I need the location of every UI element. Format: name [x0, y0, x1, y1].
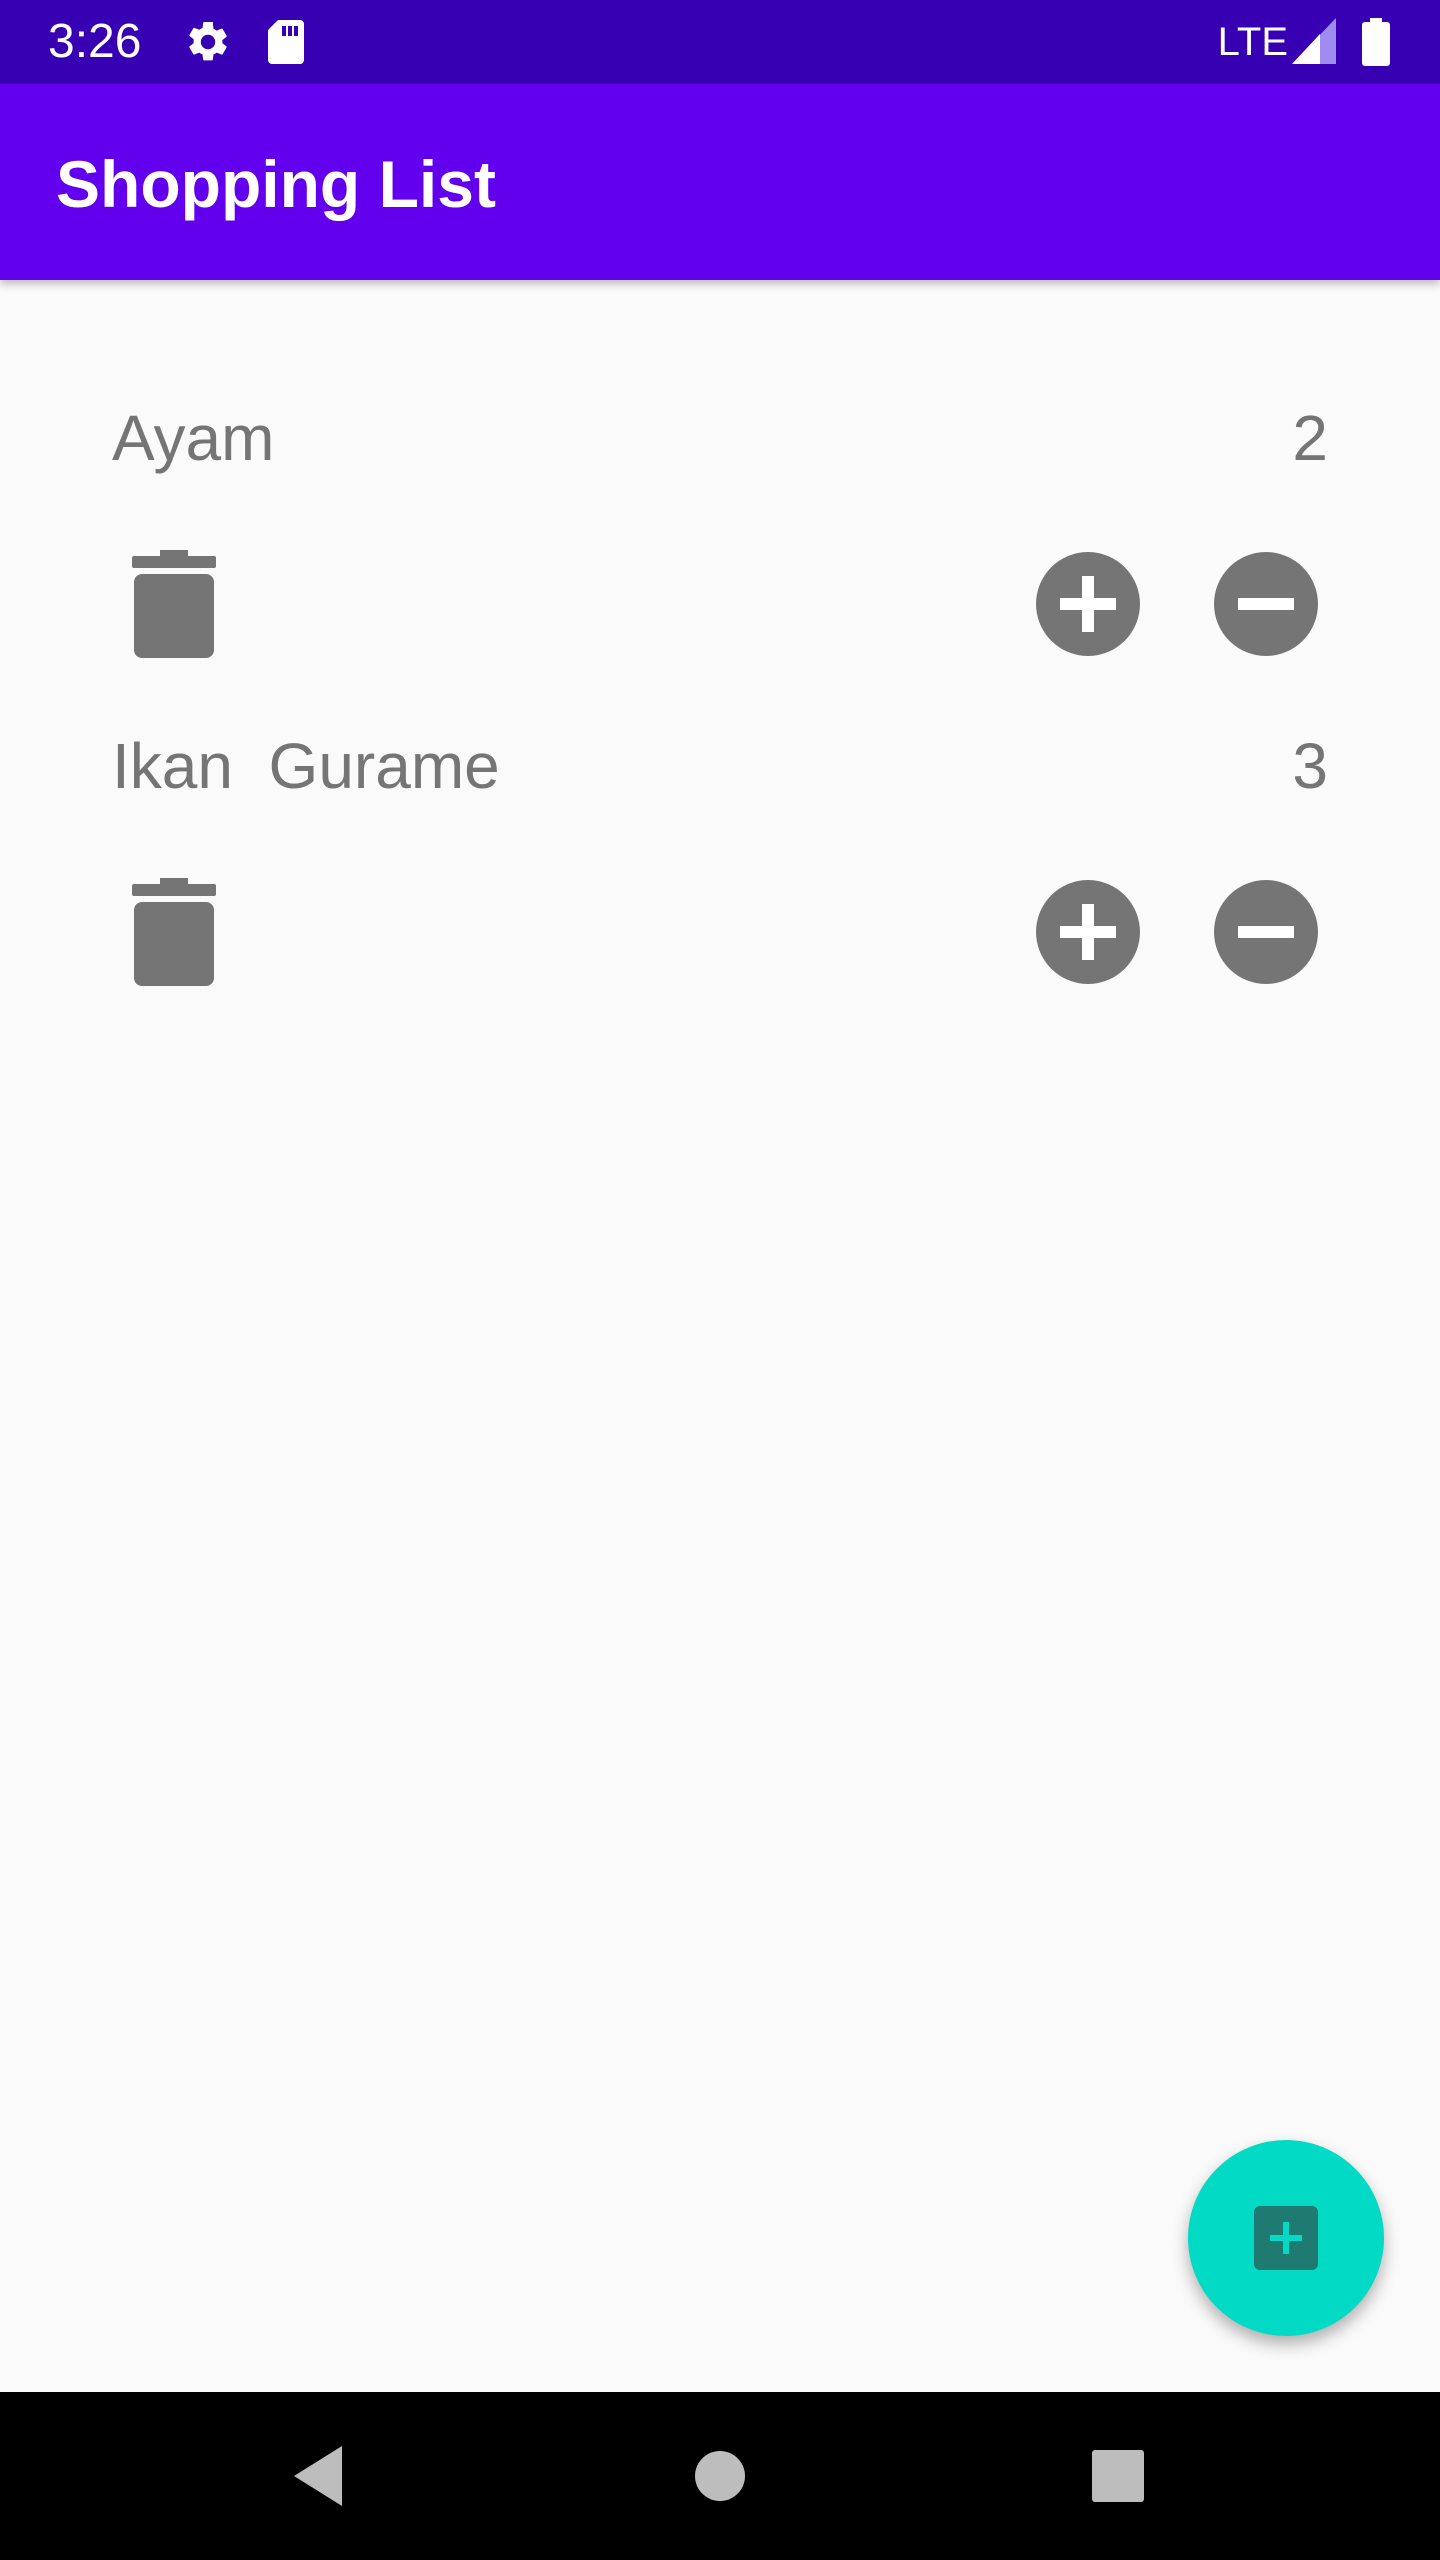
shopping-list: Ayam 2 Ikan Gurame 3: [0, 280, 1440, 986]
add-item-button[interactable]: [1188, 2140, 1384, 2336]
battery-icon: [1362, 18, 1390, 71]
decrease-quantity-icon[interactable]: [1212, 878, 1320, 986]
list-item: Ayam 2: [0, 280, 1440, 658]
gear-icon: [184, 18, 232, 71]
delete-icon[interactable]: [128, 878, 220, 986]
item-name: Ayam: [112, 402, 275, 474]
network-type: LTE: [1217, 20, 1288, 64]
list-item: Ikan Gurame 3: [0, 608, 1440, 986]
increase-quantity-icon[interactable]: [1034, 878, 1142, 986]
status-bar: 3:26 LTE: [0, 0, 1440, 84]
item-quantity: 3: [1292, 730, 1328, 802]
add-box-icon: [1250, 2202, 1322, 2274]
status-time: 3:26: [48, 15, 142, 68]
home-icon[interactable]: [694, 2450, 746, 2507]
item-name: Ikan Gurame: [112, 730, 500, 802]
app-bar: Shopping List: [0, 84, 1440, 280]
sd-card-icon: [266, 18, 306, 71]
page-title: Shopping List: [56, 147, 496, 221]
signal-icon: [1292, 18, 1336, 69]
back-icon[interactable]: [290, 2444, 346, 2513]
item-quantity: 2: [1292, 402, 1328, 474]
navigation-bar: [0, 2392, 1440, 2560]
recents-icon[interactable]: [1092, 2450, 1144, 2507]
